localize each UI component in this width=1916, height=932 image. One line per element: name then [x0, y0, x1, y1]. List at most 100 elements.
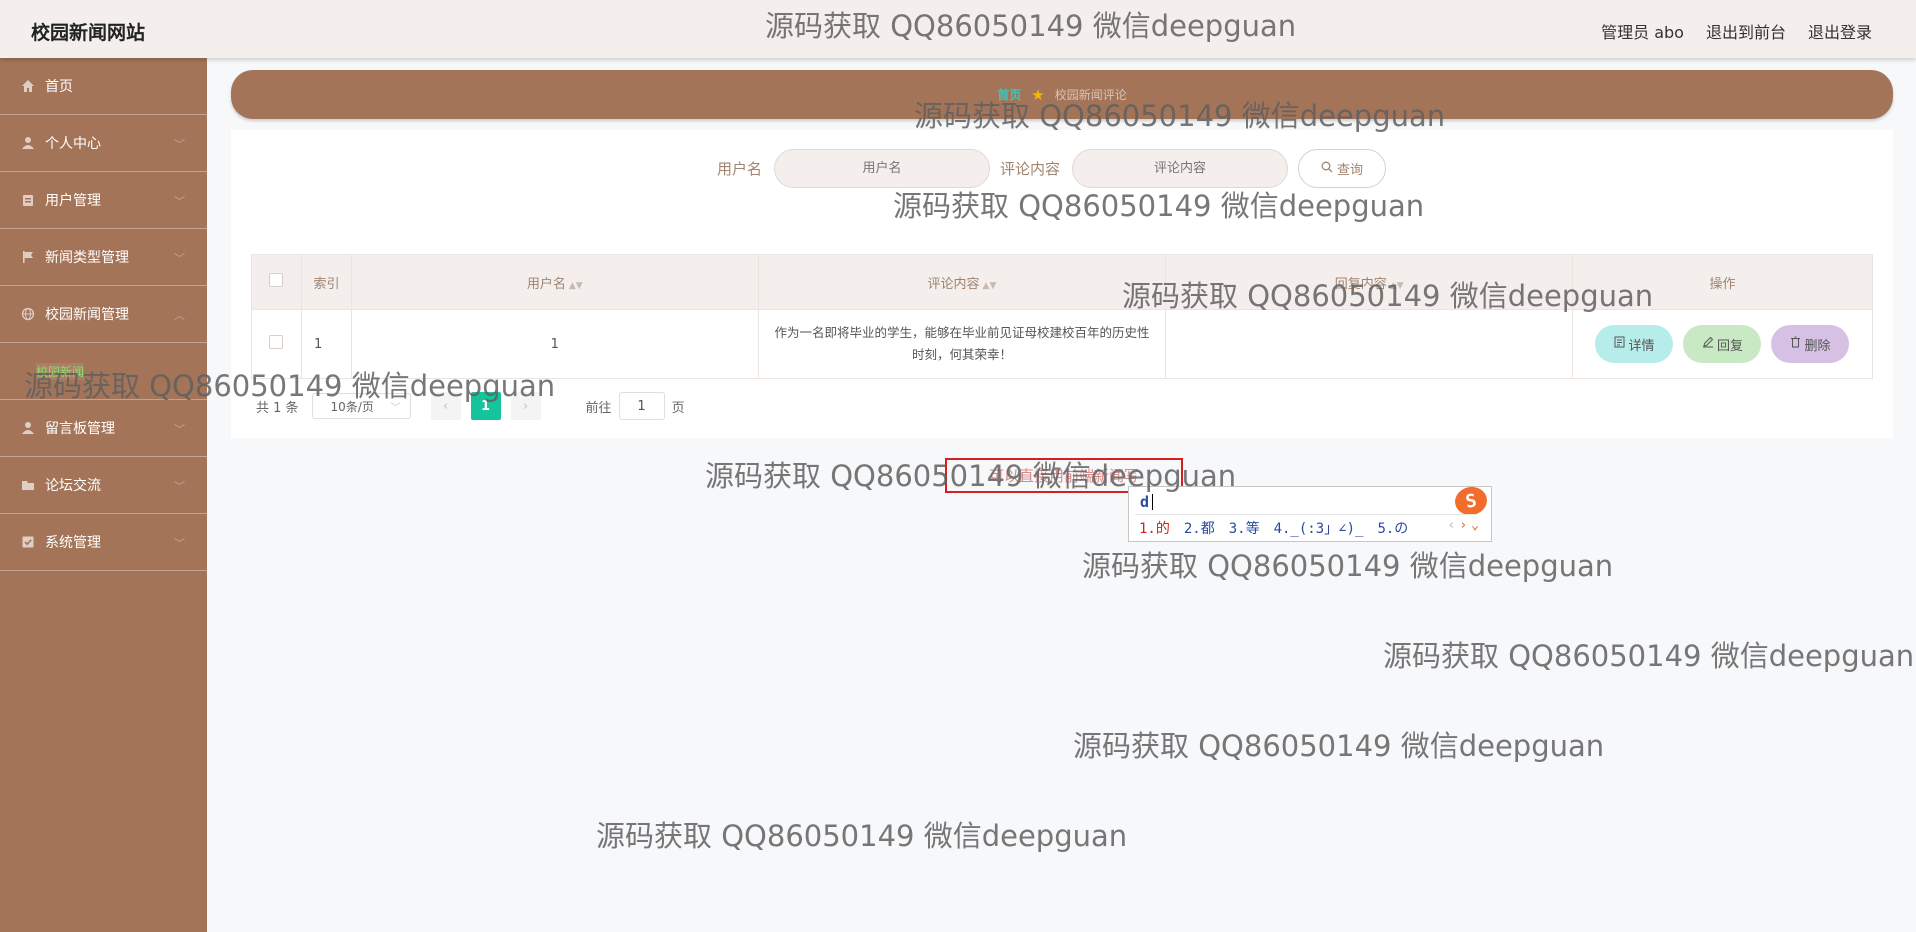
- sort-icon[interactable]: ▲▼: [1390, 281, 1404, 291]
- comments-table: 索引 用户名 ▲▼ 评论内容 ▲▼ 回复内容 ▲▼ 操作 1 1 作为一名即将毕业的学…: [251, 254, 1874, 379]
- total-count: 共 1 条: [256, 400, 299, 416]
- ime-candidate[interactable]: 4._(:3」∠)_: [1274, 521, 1364, 537]
- sidebar-item-personal-center[interactable]: 个人中心 ﹀: [0, 115, 207, 172]
- chevron-left-icon[interactable]: ‹: [1448, 518, 1460, 533]
- chevron-down-icon: ﹀: [174, 537, 185, 550]
- chevron-left-icon: ‹: [442, 398, 449, 414]
- reply-cell: [1165, 309, 1573, 379]
- comment-text: 作为一名即将毕业的学生，能够在毕业前见证母校建校百年的历史性时刻，何其荣幸！: [774, 325, 1150, 362]
- detail-button[interactable]: 详情: [1595, 325, 1674, 363]
- comment-search-input[interactable]: [1072, 149, 1289, 188]
- annotation-text: 可以直接用前端新闻写: [988, 467, 1139, 485]
- sidebar-item-label: 留言板管理: [45, 421, 115, 437]
- chevron-down-icon[interactable]: ⌄: [1471, 518, 1483, 533]
- column-header-username[interactable]: 用户名 ▲▼: [350, 254, 759, 310]
- table-header-row: 索引 用户名 ▲▼ 评论内容 ▲▼ 回复内容 ▲▼ 操作: [251, 254, 1874, 310]
- watermark-text: 源码获取 QQ86050149 微信deepguan: [1082, 549, 1614, 583]
- query-button-label: 查询: [1337, 163, 1364, 178]
- chevron-down-icon: ﹀: [174, 423, 185, 436]
- table-row: 1 1 作为一名即将毕业的学生，能够在毕业前见证母校建校百年的历史性时刻，何其荣…: [251, 309, 1874, 379]
- delete-button[interactable]: 删除: [1771, 325, 1850, 363]
- chevron-right-icon: ›: [522, 398, 529, 414]
- admin-user-label[interactable]: 管理员 abo: [1601, 19, 1684, 43]
- chevron-right-icon[interactable]: ›: [1459, 518, 1471, 533]
- select-all-checkbox[interactable]: [269, 273, 284, 287]
- chevron-down-icon: ﹀: [174, 252, 185, 265]
- document-icon: [1614, 336, 1625, 352]
- next-page-button[interactable]: ›: [510, 392, 541, 420]
- query-button[interactable]: 查询: [1298, 149, 1387, 188]
- username-label: 用户名: [717, 160, 763, 178]
- search-icon: [1321, 161, 1333, 177]
- ime-candidate[interactable]: 5.の: [1377, 521, 1408, 537]
- front-page-link[interactable]: 退出到前台: [1706, 19, 1786, 43]
- sort-icon[interactable]: ▲▼: [983, 281, 997, 291]
- breadcrumb-home-link[interactable]: 首页: [997, 86, 1021, 103]
- sidebar-item-message-board-management[interactable]: 留言板管理 ﹀: [0, 400, 207, 457]
- ime-divider: [1135, 514, 1477, 515]
- page-size-select[interactable]: 10条/页 ﹀: [311, 393, 411, 419]
- sidebar-item-campus-news-management[interactable]: 校园新闻管理 ︿: [0, 286, 207, 343]
- site-title: 校园新闻网站: [31, 22, 146, 44]
- checkbox-icon: [20, 534, 36, 550]
- username-search-input[interactable]: [774, 149, 991, 188]
- edit-icon: [1702, 336, 1714, 352]
- reply-button[interactable]: 回复: [1683, 325, 1762, 363]
- select-all-cell: [251, 254, 302, 310]
- sidebar-item-label: 新闻类型管理: [45, 250, 129, 266]
- chevron-down-icon: ﹀: [390, 402, 401, 414]
- trash-icon: [1790, 336, 1801, 352]
- sidebar-item-news-type-management[interactable]: 新闻类型管理 ﹀: [0, 229, 207, 286]
- sort-icon[interactable]: ▲▼: [569, 281, 583, 291]
- sidebar-item-label: 首页: [45, 79, 73, 95]
- globe-icon: [20, 306, 36, 322]
- sidebar-item-label: 用户管理: [45, 193, 101, 209]
- breadcrumb: 首页 ★ 校园新闻评论: [231, 70, 1893, 119]
- column-header-actions: 操作: [1571, 254, 1874, 310]
- home-icon: [20, 78, 36, 94]
- comment-label: 评论内容: [1000, 160, 1061, 178]
- sidebar-subitem-campus-news[interactable]: 校园新闻: [0, 343, 207, 400]
- page-number-button[interactable]: 1: [470, 392, 501, 420]
- watermark-text: 源码获取 QQ86050149 微信deepguan: [596, 819, 1128, 853]
- breadcrumb-current: 校园新闻评论: [1054, 88, 1127, 102]
- chevron-down-icon: ﹀: [174, 138, 185, 151]
- comment-cell: 作为一名即将毕业的学生，能够在毕业前见证母校建校百年的历史性时刻，何其荣幸！: [757, 309, 1167, 379]
- folder-icon: [20, 477, 36, 493]
- row-select-cell: [251, 309, 302, 379]
- star-icon: ★: [1031, 85, 1045, 104]
- goto-page-input[interactable]: [618, 392, 665, 420]
- username-cell: 1: [350, 309, 759, 379]
- watermark-text: 源码获取 QQ86050149 微信deepguan: [1073, 729, 1605, 763]
- flag-icon: [20, 249, 36, 265]
- watermark-text: 源码获取 QQ86050149 微信deepguan: [1383, 639, 1915, 673]
- column-header-index: 索引: [300, 254, 352, 310]
- sidebar-item-label: 系统管理: [45, 535, 101, 551]
- sidebar-item-home[interactable]: 首页: [0, 58, 207, 115]
- prev-page-button[interactable]: ‹: [430, 392, 461, 420]
- column-header-comment[interactable]: 评论内容 ▲▼: [757, 254, 1167, 310]
- sidebar-item-label: 校园新闻管理: [45, 307, 129, 323]
- sidebar-item-label: 个人中心: [45, 136, 101, 152]
- ime-candidate[interactable]: 2.都: [1184, 521, 1215, 537]
- ime-candidate[interactable]: 1.的: [1139, 521, 1170, 537]
- chevron-up-icon: ︿: [174, 309, 185, 322]
- ime-composition: d: [1140, 493, 1150, 511]
- ime-page-nav[interactable]: ‹›⌄: [1448, 518, 1483, 533]
- user-icon: [20, 135, 36, 151]
- column-header-reply[interactable]: 回复内容 ▲▼: [1165, 254, 1573, 310]
- goto-label: 前往: [585, 400, 612, 416]
- logout-link[interactable]: 退出登录: [1808, 19, 1872, 43]
- row-checkbox[interactable]: [269, 335, 284, 349]
- index-cell: 1: [300, 309, 352, 379]
- sidebar-item-forum[interactable]: 论坛交流 ﹀: [0, 457, 207, 514]
- sidebar-item-user-management[interactable]: 用户管理 ﹀: [0, 172, 207, 229]
- search-form: 用户名 评论内容 查询: [717, 149, 1387, 188]
- sidebar-item-system-management[interactable]: 系统管理 ﹀: [0, 514, 207, 571]
- text-caret: [1152, 494, 1153, 510]
- ime-candidate[interactable]: 3.等: [1229, 521, 1260, 537]
- sidebar-subitem-label: 校园新闻: [36, 362, 85, 380]
- ime-logo-icon: S: [1452, 484, 1490, 518]
- sidebar: 首页 个人中心 ﹀ 用户管理 ﹀ 新闻类型管理 ﹀ 校园新闻管理 ︿ 校园新闻: [0, 58, 207, 932]
- ime-candidate-window[interactable]: d S 1.的 2.都 3.等 4._(:3」∠)_ 5.の ‹›⌄: [1128, 484, 1492, 542]
